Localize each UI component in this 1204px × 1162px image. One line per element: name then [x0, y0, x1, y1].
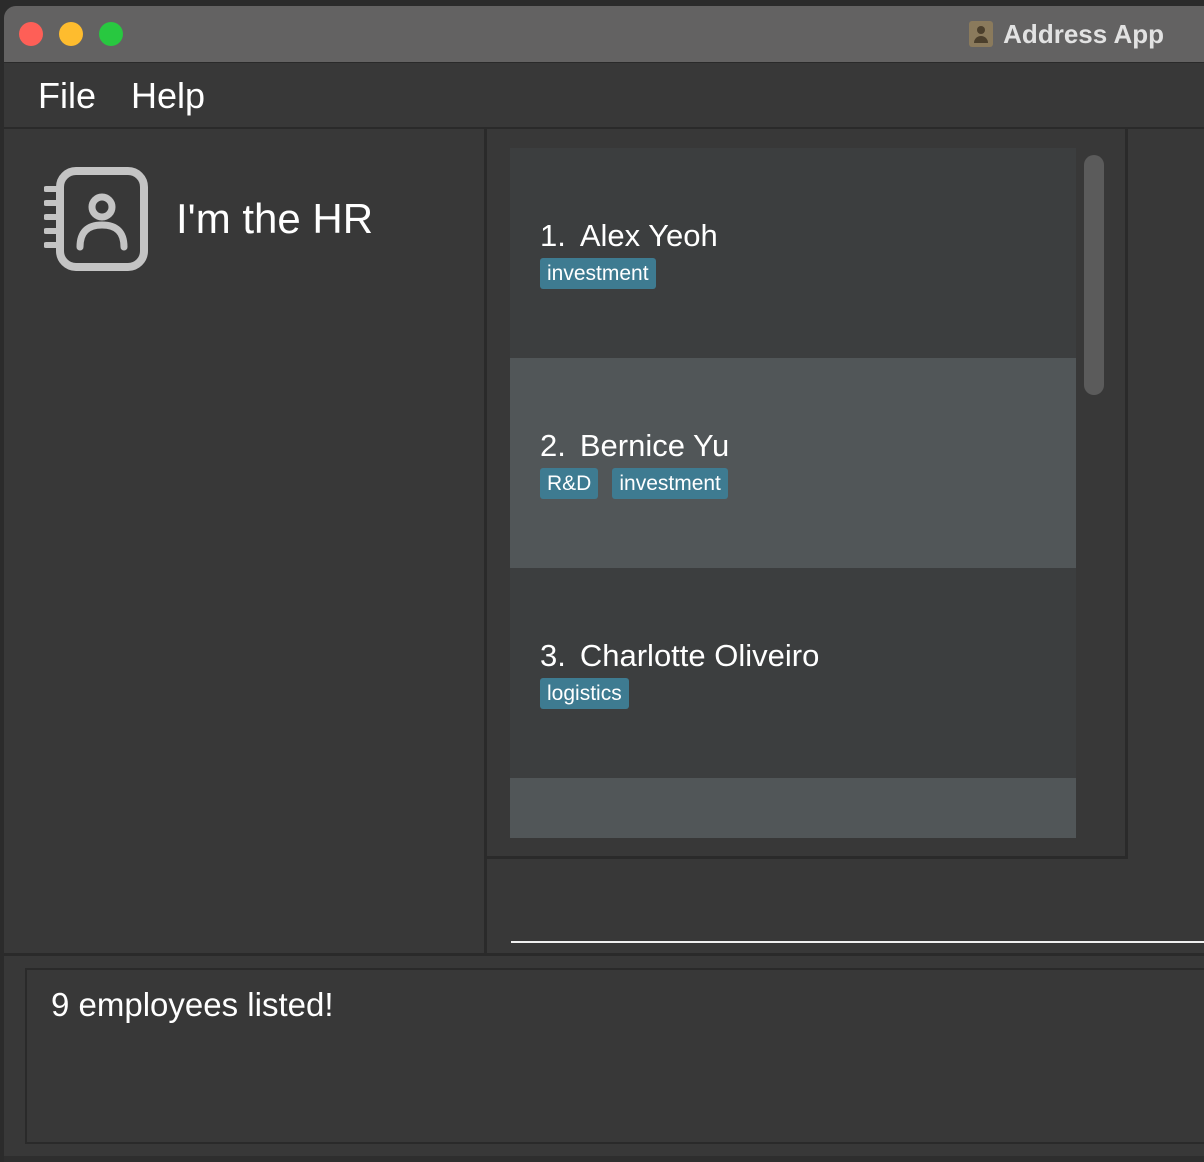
person-index: 3.	[540, 638, 566, 673]
person-card-partial[interactable]	[510, 778, 1076, 838]
person-name-row: 1. Alex Yeoh	[540, 218, 718, 254]
sidebar-panel: I'm the HR	[4, 129, 487, 953]
maximize-window-button[interactable]	[99, 22, 123, 46]
minimize-window-button[interactable]	[59, 22, 83, 46]
person-name-row: 3. Charlotte Oliveiro	[540, 638, 819, 674]
person-name: Alex Yeoh	[579, 218, 718, 253]
hr-title: I'm the HR	[176, 195, 374, 242]
person-tags: logistics	[540, 678, 629, 709]
result-panel: 9 employees listed!	[4, 953, 1204, 1162]
result-display: 9 employees listed!	[25, 968, 1204, 1144]
menu-help[interactable]: Help	[131, 75, 205, 117]
command-input[interactable]	[511, 859, 1204, 943]
person-list-panel: 1. Alex Yeoh investment 2. Bernice Yu R&D …	[487, 129, 1128, 859]
menu-bar: File Help	[4, 63, 1204, 129]
tag-badge: investment	[540, 258, 656, 289]
person-tags: R&D investment	[540, 468, 728, 499]
result-message: 9 employees listed!	[51, 986, 334, 1023]
detail-panel	[1128, 129, 1204, 856]
person-card[interactable]: 3. Charlotte Oliveiro logistics	[510, 568, 1076, 778]
person-name: Charlotte Oliveiro	[579, 638, 820, 673]
list-scrollbar[interactable]	[1084, 155, 1104, 395]
tag-badge: investment	[612, 468, 728, 499]
tag-badge: R&D	[540, 468, 599, 499]
person-index: 1.	[540, 218, 566, 253]
person-card[interactable]: 2. Bernice Yu R&D investment	[510, 358, 1076, 568]
window-title: Address App	[1003, 18, 1164, 49]
app-window: Address App File Help I'm the HR 1. Alex …	[4, 6, 1204, 1162]
contact-book-icon	[44, 167, 148, 271]
person-list[interactable]: 1. Alex Yeoh investment 2. Bernice Yu R&D …	[510, 148, 1076, 838]
command-box	[487, 859, 1204, 953]
person-tags: investment	[540, 258, 656, 289]
person-name-row: 2. Bernice Yu	[540, 428, 729, 464]
tag-badge: logistics	[540, 678, 629, 709]
status-bar	[4, 1156, 1204, 1162]
menu-file[interactable]: File	[38, 75, 96, 117]
person-index: 2.	[540, 428, 566, 463]
address-book-icon	[969, 21, 994, 47]
window-title-group: Address App	[969, 16, 1164, 52]
person-card[interactable]: 1. Alex Yeoh investment	[510, 148, 1076, 358]
person-name: Bernice Yu	[579, 428, 730, 463]
title-bar[interactable]: Address App	[4, 6, 1204, 63]
close-window-button[interactable]	[19, 22, 43, 46]
